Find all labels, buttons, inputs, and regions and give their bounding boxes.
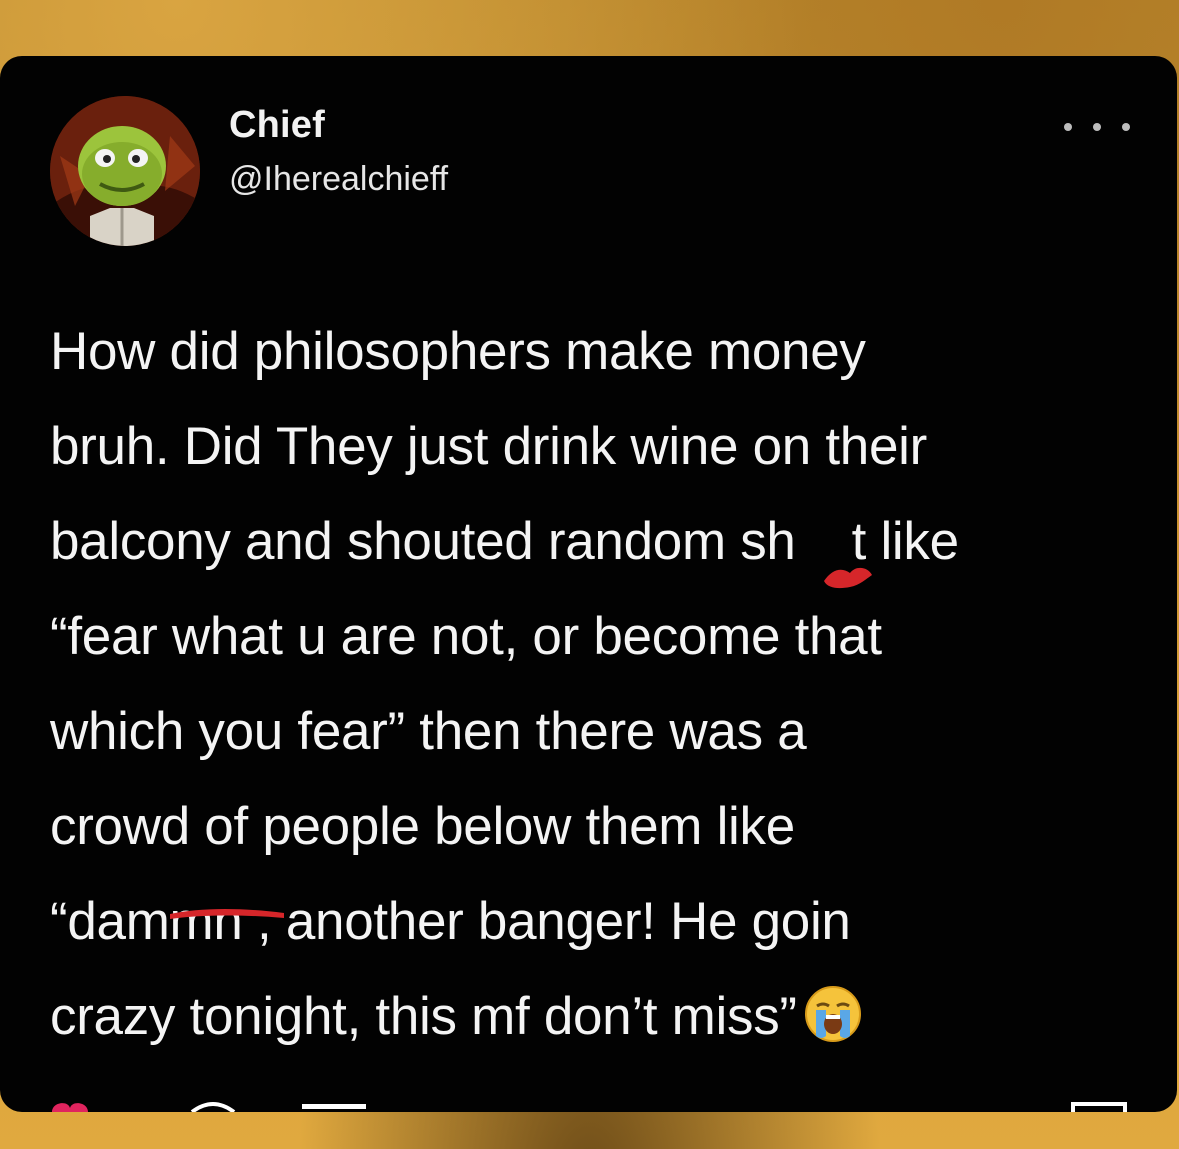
tweet-line: crazy tonight, this mf don’t miss” — [50, 969, 1140, 1064]
tweet-line: “da mmn , another banger! He goin — [50, 874, 1140, 969]
more-dot — [1064, 123, 1072, 131]
tweet-line-part: balcony and shouted random sh — [50, 512, 796, 571]
tweet-line: which you fear” then there was a — [50, 702, 807, 761]
avatar[interactable] — [50, 96, 200, 246]
more-options-icon[interactable] — [1064, 110, 1130, 144]
tweet-text: How did philosophers make money bruh. Di… — [50, 304, 1140, 1064]
heart-icon[interactable] — [50, 1100, 90, 1112]
loudly-crying-face-icon — [804, 986, 861, 1042]
reply-icon[interactable] — [188, 1100, 238, 1112]
retweet-icon[interactable] — [298, 1100, 370, 1112]
tweet-line-part: “da — [50, 892, 126, 951]
author-display-name[interactable]: Chief — [229, 104, 325, 147]
more-dot — [1093, 123, 1101, 131]
censor-red-line — [169, 908, 284, 919]
share-icon[interactable] — [1070, 1100, 1128, 1112]
author-handle[interactable]: @Iherealchieff — [229, 160, 448, 199]
tweet-line: balcony and shouted random sh t like — [50, 494, 1140, 589]
avatar-mike-image — [50, 96, 200, 246]
tweet-line: “fear what u are not, or become that — [50, 607, 882, 666]
tweet-line: crowd of people below them like — [50, 797, 795, 856]
tweet-card: Chief @Iherealchieff How did philosopher… — [0, 56, 1177, 1112]
tweet-line: How did philosophers make money — [50, 322, 866, 381]
more-dot — [1122, 123, 1130, 131]
tweet-line: bruh. Did They just drink wine on their — [50, 417, 927, 476]
tweet-line-part: crazy tonight, this mf don’t miss” — [50, 987, 797, 1046]
tweet-action-bar — [0, 1100, 1177, 1112]
censor-red-mark — [823, 567, 872, 589]
